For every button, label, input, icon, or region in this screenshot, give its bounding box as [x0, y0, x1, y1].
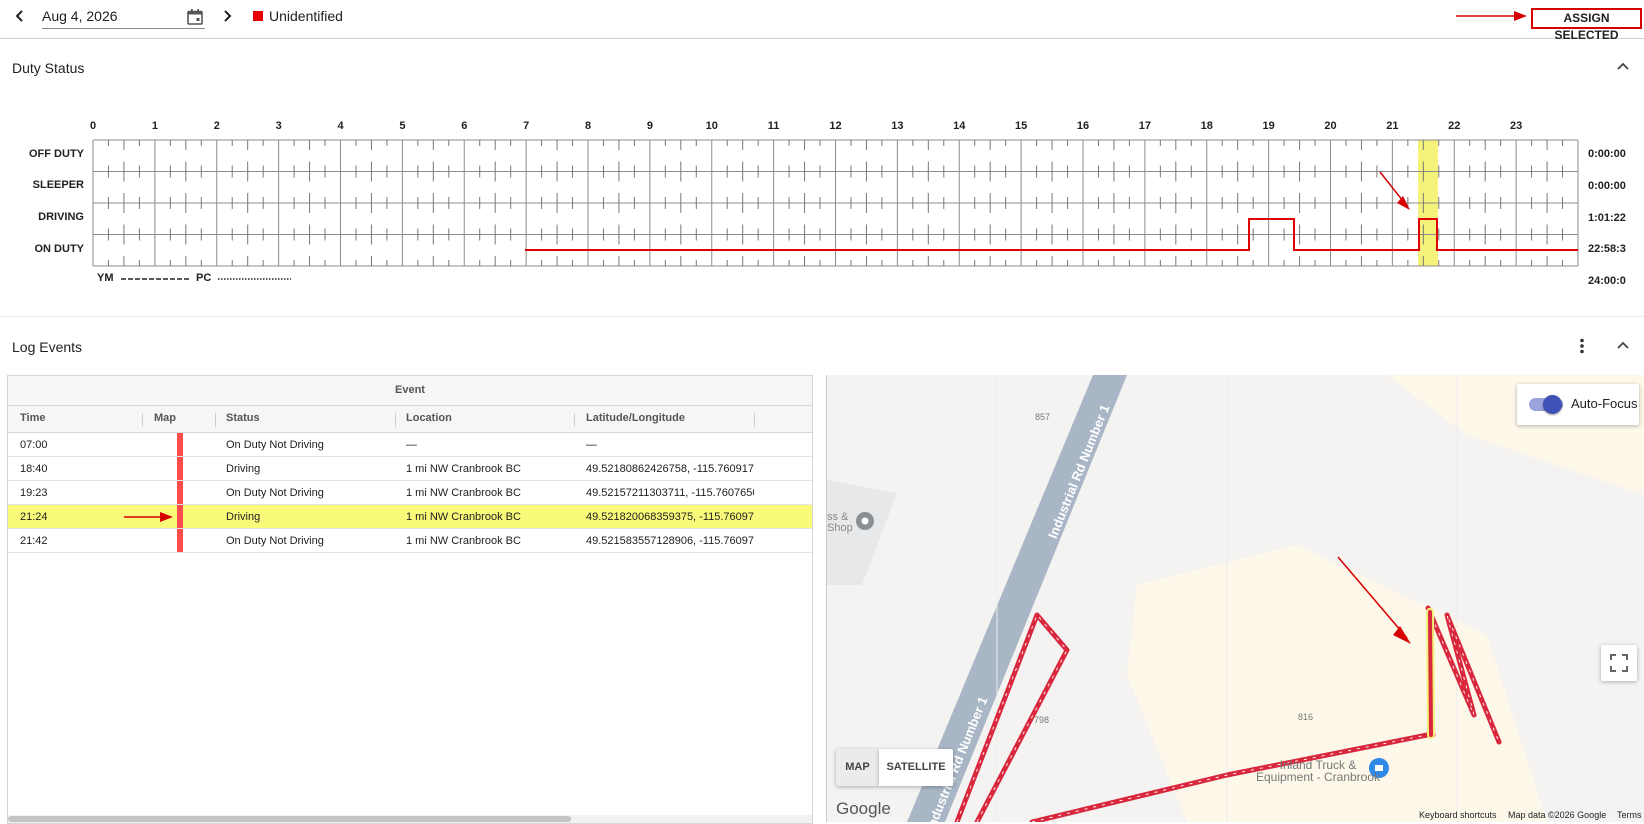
more-vert-icon[interactable] — [1572, 335, 1592, 357]
keyboard-shortcuts-link[interactable]: Keyboard shortcuts — [1419, 810, 1497, 820]
section-divider — [0, 316, 1644, 317]
table-row[interactable]: 07:00 On Duty Not Driving — — — [8, 433, 812, 457]
cell-status: On Duty Not Driving — [226, 439, 324, 451]
annotation-arrow — [124, 512, 173, 522]
col-status[interactable]: Status — [226, 412, 260, 424]
col-location[interactable]: Location — [406, 412, 452, 424]
cell-time: 07:00 — [20, 439, 48, 451]
cell-time: 21:42 — [20, 535, 48, 547]
business-label-line2: Equipment - Cranbrook — [1255, 770, 1381, 784]
table-row[interactable]: 19:23 On Duty Not Driving 1 mi NW Cranbr… — [8, 481, 812, 505]
total-on-duty: 22:58:3 — [1588, 243, 1626, 255]
scrollbar-thumb[interactable] — [8, 816, 571, 822]
total-off-duty: 0:00:00 — [1588, 148, 1626, 160]
table-row[interactable]: 18:40 Driving 1 mi NW Cranbrook BC 49.52… — [8, 457, 812, 481]
log-events-title: Log Events — [12, 339, 83, 355]
cell-time: 19:23 — [20, 487, 48, 499]
col-separator[interactable] — [395, 413, 396, 427]
map-panel[interactable]: Industrial Rd Number 1 Industrial Rd Num… — [826, 375, 1644, 822]
cell-location: — — [406, 439, 417, 451]
col-separator[interactable] — [215, 413, 216, 427]
cell-time: 21:24 — [20, 511, 48, 523]
map-color-bar — [177, 457, 183, 480]
cell-location: 1 mi NW Cranbrook BC — [406, 487, 521, 499]
pc-label: PC — [196, 272, 212, 284]
cell-latlng: 49.521583557128906, -115.760971 — [586, 535, 754, 547]
col-separator[interactable] — [754, 413, 755, 427]
log-events-collapse-icon[interactable] — [1612, 336, 1634, 356]
address-857: 857 — [1035, 412, 1051, 422]
auto-focus-label: Auto-Focus — [1571, 396, 1638, 411]
cell-status: On Duty Not Driving — [226, 487, 324, 499]
map-color-bar — [177, 505, 183, 528]
address-816: 816 — [1298, 712, 1314, 722]
map-color-bar — [177, 481, 183, 504]
cell-status: Driving — [226, 463, 261, 475]
log-events-table: Event Time Map Status Location Latitude/… — [7, 375, 813, 824]
column-header-row: Time Map Status Location Latitude/Longit… — [8, 406, 812, 433]
satellite-type-button[interactable]: SATELLITE — [879, 749, 953, 786]
cell-latlng: — — [586, 439, 597, 451]
cell-status: Driving — [226, 511, 261, 523]
group-header-event: Event — [8, 376, 812, 406]
auto-focus-toggle-thumb[interactable] — [1543, 395, 1562, 414]
cell-time: 18:40 — [20, 463, 48, 475]
col-time[interactable]: Time — [20, 412, 45, 424]
map-data-attribution: Map data ©2026 Google — [1508, 810, 1607, 820]
business-label: Inland Truck & Equipment - Cranbrook — [1238, 759, 1398, 783]
cell-latlng: 49.52180862426758, -115.7609176 — [586, 463, 754, 475]
cell-status: On Duty Not Driving — [226, 535, 324, 547]
poi-label-line2: Shop — [827, 522, 853, 534]
grand-total: 24:00:0 — [1588, 275, 1626, 287]
table-row[interactable]: 21:42 On Duty Not Driving 1 mi NW Cranbr… — [8, 529, 812, 553]
duty-status-grid — [92, 139, 1579, 280]
cell-location: 1 mi NW Cranbrook BC — [406, 511, 521, 523]
col-map[interactable]: Map — [154, 412, 176, 424]
table-row-selected[interactable]: 21:24 Driving 1 mi NW Cranbrook BC 49.52… — [8, 505, 812, 529]
google-logo: Google — [836, 799, 891, 818]
map-color-bar — [177, 529, 183, 552]
map-type-button[interactable]: MAP — [836, 749, 879, 786]
map-color-bar — [177, 433, 183, 456]
col-latlng[interactable]: Latitude/Longitude — [586, 412, 685, 424]
total-sleeper: 0:00:00 — [1588, 180, 1626, 192]
cell-location: 1 mi NW Cranbrook BC — [406, 463, 521, 475]
terms-link[interactable]: Terms — [1617, 810, 1642, 820]
cell-location: 1 mi NW Cranbrook BC — [406, 535, 521, 547]
poi-label-partial: ss & Shop — [827, 512, 853, 534]
cell-latlng: 49.52157211303711, -115.7607650 — [586, 487, 754, 499]
auto-focus-control[interactable]: Auto-Focus — [1517, 384, 1639, 425]
fullscreen-icon[interactable] — [1601, 645, 1637, 681]
address-798: 798 — [1034, 715, 1050, 725]
col-separator[interactable] — [574, 413, 575, 427]
ym-label: YM — [97, 272, 114, 284]
col-separator[interactable] — [142, 413, 143, 427]
total-driving: 1:01:22 — [1588, 212, 1626, 224]
cell-latlng: 49.521820068359375, -115.760978 — [586, 511, 754, 523]
